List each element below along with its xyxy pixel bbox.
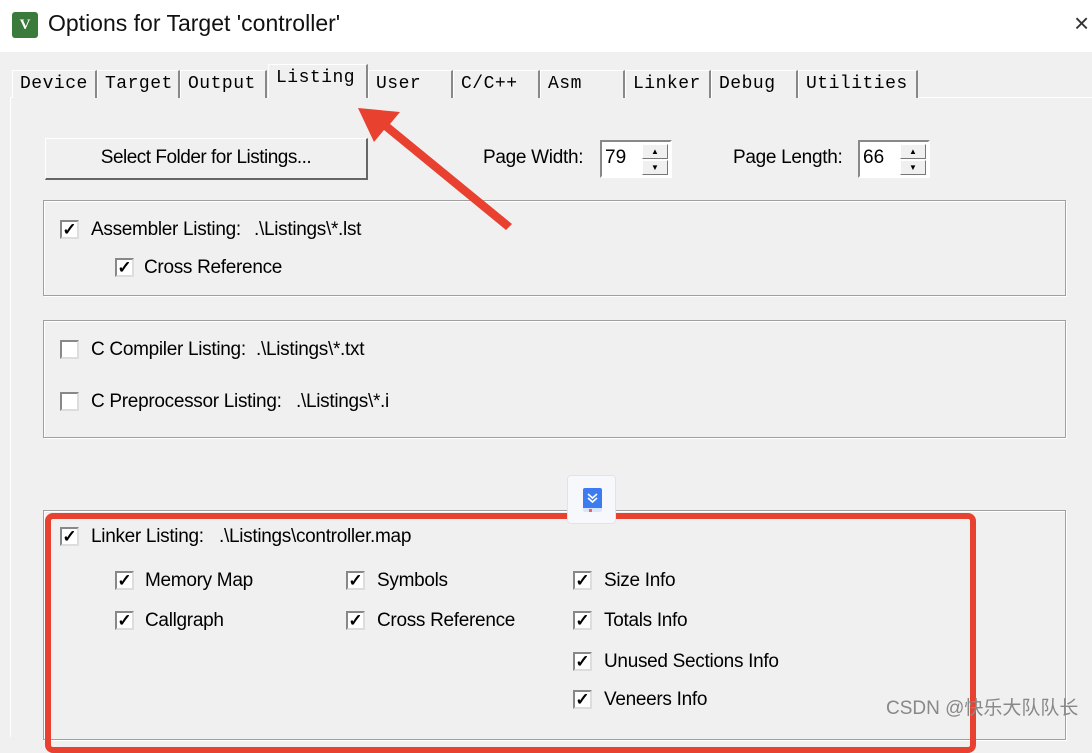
floating-book-icon[interactable] — [567, 475, 616, 524]
watermark: CSDN @快乐大队队长 — [886, 698, 1079, 719]
annotation-arrow-icon — [358, 108, 512, 230]
